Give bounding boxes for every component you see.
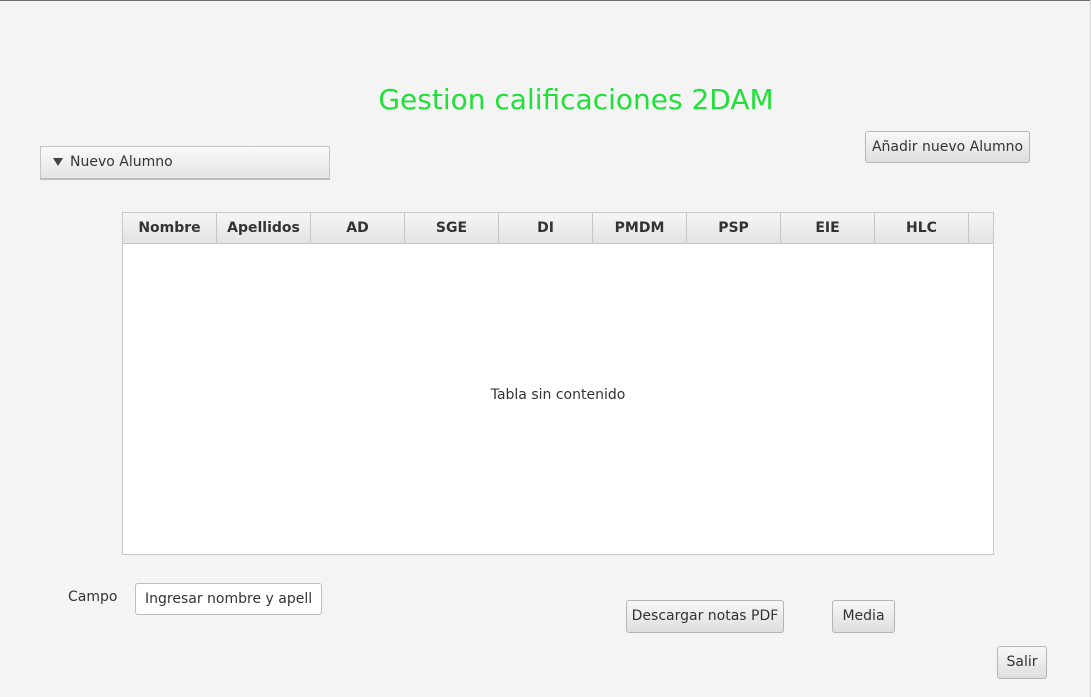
column-header-eie[interactable]: EIE <box>781 213 875 243</box>
table-header: Nombre Apellidos AD SGE DI PMDM PSP EIE … <box>123 213 993 244</box>
page-title: Gestion calificaciones 2DAM <box>378 83 774 116</box>
triangle-down-icon <box>53 158 63 166</box>
search-input[interactable] <box>135 583 322 615</box>
column-header-psp[interactable]: PSP <box>687 213 781 243</box>
column-header-ad[interactable]: AD <box>311 213 405 243</box>
column-header-filler <box>969 213 993 243</box>
column-header-di[interactable]: DI <box>499 213 593 243</box>
new-student-pane-label: Nuevo Alumno <box>70 154 173 170</box>
column-header-apellidos[interactable]: Apellidos <box>217 213 311 243</box>
download-pdf-button[interactable]: Descargar notas PDF <box>626 600 784 633</box>
new-student-pane-header[interactable]: Nuevo Alumno <box>40 146 330 180</box>
column-header-nombre[interactable]: Nombre <box>123 213 217 243</box>
add-student-button[interactable]: Añadir nuevo Alumno <box>865 131 1030 163</box>
window-top-border <box>0 0 1091 1</box>
exit-button[interactable]: Salir <box>997 646 1047 679</box>
column-header-sge[interactable]: SGE <box>405 213 499 243</box>
grades-table[interactable]: Nombre Apellidos AD SGE DI PMDM PSP EIE … <box>122 212 994 555</box>
table-empty-message: Tabla sin contenido <box>490 387 626 403</box>
search-field-label: Campo <box>68 589 118 605</box>
column-header-pmdm[interactable]: PMDM <box>593 213 687 243</box>
column-header-hlc[interactable]: HLC <box>875 213 969 243</box>
average-button[interactable]: Media <box>832 600 895 633</box>
